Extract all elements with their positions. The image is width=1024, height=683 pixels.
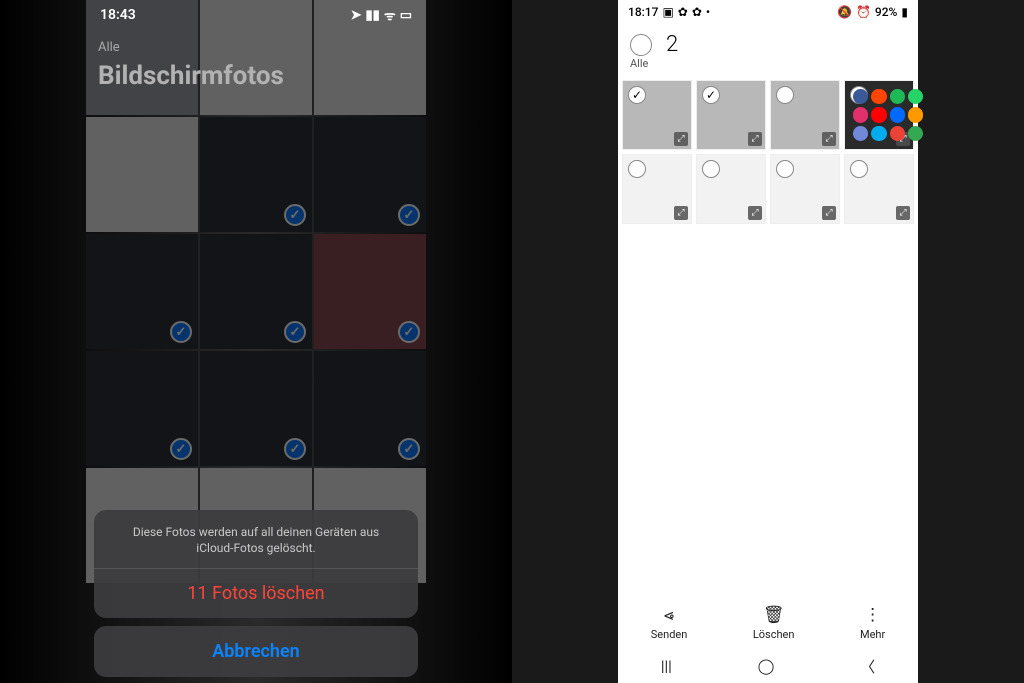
gear-icon: ✿ bbox=[692, 5, 702, 19]
photo-thumbnail[interactable]: ⤢ bbox=[844, 154, 914, 224]
back-button[interactable]: 〈 bbox=[860, 656, 875, 677]
photo-thumbnail[interactable]: ⤢ bbox=[770, 154, 840, 224]
expand-icon: ⤢ bbox=[896, 206, 910, 220]
selection-circle[interactable] bbox=[628, 86, 646, 104]
selected-check-icon: ✓ bbox=[398, 204, 420, 226]
trash-icon: 🗑 bbox=[753, 605, 795, 625]
album-back-label[interactable]: Alle bbox=[98, 40, 284, 55]
photo-thumbnail[interactable]: ✓ bbox=[200, 351, 312, 466]
gallery-icon: ▣ bbox=[662, 5, 673, 19]
photo-thumbnail[interactable]: ⤢ bbox=[770, 80, 840, 150]
page-title: Bildschirmfotos bbox=[98, 61, 284, 91]
cancel-button[interactable]: Abbrechen bbox=[94, 626, 418, 677]
selection-circle[interactable] bbox=[702, 86, 720, 104]
photo-thumbnail[interactable]: ⤢ bbox=[844, 80, 914, 150]
selected-check-icon: ✓ bbox=[398, 321, 420, 343]
expand-icon: ⤢ bbox=[748, 206, 762, 220]
selection-circle[interactable] bbox=[702, 160, 720, 178]
selected-check-icon: ✓ bbox=[284, 321, 306, 343]
share-icon: ⩹ bbox=[651, 605, 688, 625]
more-icon: ⋮ bbox=[860, 605, 885, 625]
android-nav-bar: ||| ◯ 〈 bbox=[618, 649, 918, 683]
photo-thumbnail[interactable]: ✓ bbox=[314, 351, 426, 466]
photo-thumbnail[interactable]: ✓ bbox=[200, 117, 312, 232]
photo-thumbnail[interactable]: ⤢ bbox=[622, 154, 692, 224]
android-clock: 18:17 bbox=[628, 5, 658, 19]
expand-icon: ⤢ bbox=[748, 132, 762, 146]
android-status-bar: 18:17 ▣ ✿ ✿ • 🔕 ⏰ 92% ▮ bbox=[618, 0, 918, 24]
expand-icon: ⤢ bbox=[822, 206, 836, 220]
signal-icon: ▮▮ bbox=[366, 8, 380, 23]
selection-circle[interactable] bbox=[776, 86, 794, 104]
android-thumbnail-grid: ⤢ ⤢ ⤢ ⤢ ⤢ ⤢ ⤢ ⤢ bbox=[618, 76, 918, 228]
ios-clock: 18:43 bbox=[100, 7, 136, 23]
selected-check-icon: ✓ bbox=[170, 321, 192, 343]
location-icon: ➤ bbox=[351, 8, 362, 23]
selected-check-icon: ✓ bbox=[170, 438, 192, 460]
photo-thumbnail[interactable]: ⤢ bbox=[696, 154, 766, 224]
ios-status-bar: 18:43 ➤ ▮▮ ᯤ ▭ bbox=[86, 0, 426, 30]
more-button[interactable]: ⋮ Mehr bbox=[860, 605, 885, 641]
selection-circle[interactable] bbox=[850, 160, 868, 178]
sheet-message: Diese Fotos werden auf all deinen Geräte… bbox=[94, 510, 418, 569]
selection-header: 2 bbox=[618, 24, 918, 59]
expand-icon: ⤢ bbox=[674, 132, 688, 146]
home-button[interactable]: ◯ bbox=[758, 657, 775, 675]
selected-check-icon: ✓ bbox=[398, 438, 420, 460]
ios-phone-screen: ✓ ✓ ✓ ✓ ✓ ✓ ✓ ✓ 18:43 ➤ ▮▮ ᯤ ▭ Alle Bildschirmf… bbox=[86, 0, 426, 683]
mute-icon: 🔕 bbox=[837, 5, 852, 19]
ios-status-icons: ➤ ▮▮ ᯤ ▭ bbox=[351, 6, 412, 24]
photo-thumbnail[interactable]: ⤢ bbox=[696, 80, 766, 150]
android-bottom-bar: ⩹ Senden 🗑 Löschen ⋮ Mehr bbox=[618, 597, 918, 649]
alarm-icon: ⏰ bbox=[856, 5, 871, 19]
expand-icon: ⤢ bbox=[674, 206, 688, 220]
wifi-icon: ᯤ bbox=[384, 6, 396, 24]
photo-thumbnail[interactable]: ✓ bbox=[86, 234, 198, 349]
selected-count: 2 bbox=[666, 32, 678, 57]
photo-thumbnail[interactable] bbox=[86, 117, 198, 232]
all-label: Alle bbox=[630, 57, 918, 70]
battery-icon: ▭ bbox=[400, 8, 412, 23]
select-all-radio[interactable] bbox=[630, 34, 652, 56]
ios-action-sheet: Diese Fotos werden auf all deinen Geräte… bbox=[94, 510, 418, 677]
photo-thumbnail[interactable]: ✓ bbox=[314, 117, 426, 232]
selected-check-icon: ✓ bbox=[284, 204, 306, 226]
selection-circle[interactable] bbox=[776, 160, 794, 178]
battery-text: 92% bbox=[875, 5, 897, 19]
android-phone-screen: 18:17 ▣ ✿ ✿ • 🔕 ⏰ 92% ▮ 2 Alle ⤢ ⤢ ⤢ ⤢ ⤢ ⤢ ⤢⤢ … bbox=[618, 0, 918, 683]
photo-thumbnail[interactable]: ⤢ bbox=[622, 80, 692, 150]
photo-thumbnail[interactable]: ✓ bbox=[314, 234, 426, 349]
delete-button[interactable]: 🗑 Löschen bbox=[753, 605, 795, 641]
photo-thumbnail[interactable]: ✓ bbox=[200, 234, 312, 349]
selection-circle[interactable] bbox=[628, 160, 646, 178]
gear-icon: ✿ bbox=[678, 5, 688, 19]
delete-photos-button[interactable]: 11 Fotos löschen bbox=[94, 569, 418, 618]
photo-thumbnail[interactable]: ✓ bbox=[86, 351, 198, 466]
selected-check-icon: ✓ bbox=[284, 438, 306, 460]
send-button[interactable]: ⩹ Senden bbox=[651, 605, 688, 641]
battery-icon: ▮ bbox=[901, 5, 908, 19]
expand-icon: ⤢ bbox=[822, 132, 836, 146]
recents-button[interactable]: ||| bbox=[661, 657, 672, 675]
